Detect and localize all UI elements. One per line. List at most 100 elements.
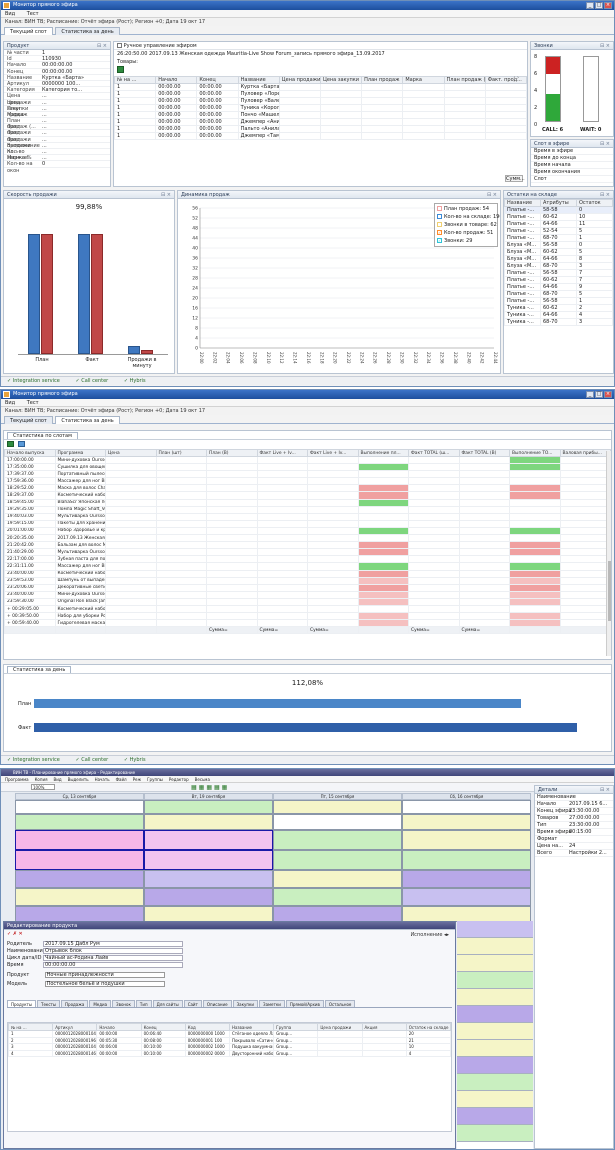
legend-checkbox[interactable]: ✓ [437, 230, 442, 235]
dialog-tab[interactable]: Продажа [61, 1000, 89, 1007]
stock-table-row[interactable]: Платье -... 60-62 7 [504, 276, 613, 284]
stock-table-row[interactable]: Платье -... 68-70 5 [504, 290, 613, 298]
zoom-select[interactable]: 100% [31, 784, 55, 790]
dialog-tab[interactable]: Медиа [89, 1000, 112, 1007]
menu-item[interactable]: Файл [116, 777, 127, 782]
dialog-table-header[interactable]: Группа [273, 1023, 319, 1031]
stock-table-row[interactable]: Блуза «М... 68-70 3 [504, 262, 613, 270]
dialog-tab[interactable]: Тип [135, 1000, 152, 1007]
side-list-slot[interactable] [457, 921, 533, 938]
schedule-slot[interactable] [273, 888, 402, 906]
stats-column-header[interactable]: Выполнение пл... [357, 449, 409, 457]
schedule-slot[interactable] [273, 800, 402, 814]
menu-item-test[interactable]: Тест [27, 400, 39, 406]
dialog-tab[interactable]: Звонок [112, 1000, 135, 1007]
stats-table-row[interactable]: 23:40:00.00Мини-духовка Oursson MO3010/R… [4, 590, 611, 599]
stats-column-header[interactable]: Цена [105, 449, 157, 457]
stock-table-row[interactable]: Платье -... 56-58 1 [504, 297, 613, 305]
menu-item-view[interactable]: Вид [5, 400, 15, 406]
schedule-slot[interactable] [15, 906, 144, 922]
side-list-slot[interactable] [457, 1108, 533, 1125]
goods-table-row[interactable]: 100:00.0000:00.00Джемпер «Анида», розер.… [114, 118, 527, 126]
stats-column-header[interactable]: Начало выпуска [4, 449, 56, 457]
goods-table-row[interactable]: 1 00:00.00 00:00.00 Куртка «Барта» [114, 83, 527, 91]
save-close-icon[interactable]: ✓ ✗ ✕ [7, 931, 23, 937]
dialog-history-link[interactable]: Исполнение ◂▸ [410, 931, 449, 940]
stats-table-row[interactable]: 21:40:29.00Мультиварка Oursson MP5005PSD… [4, 548, 611, 557]
dialog-table-header[interactable]: Конец [140, 1023, 186, 1031]
schedule-slot[interactable] [15, 870, 144, 888]
stats-table-row[interactable]: 17:59:36.00Массажер для ног Bliss_Ver 11… [4, 477, 611, 486]
series-select[interactable]: Постельное бельё и подушки [44, 981, 165, 987]
excel-export-icon[interactable] [117, 66, 124, 73]
stock-table-row[interactable]: Платье -... 64-66 9 [504, 283, 613, 291]
stats-column-header[interactable]: Факт TOTAL (ш... [408, 449, 460, 457]
goods-table-row[interactable]: 100:00.0000:00.00Пончо «Машель» [114, 111, 527, 119]
goods-column-header[interactable]: Конец [196, 76, 239, 84]
stats-column-header[interactable]: Выполнение TO... [509, 449, 561, 457]
stock-table-row[interactable]: Платье -... 64-66 11 [504, 220, 613, 228]
stats-table-row[interactable]: 20:20:35.002017.09.13 Женская одежда Mau… [4, 534, 611, 543]
close-button[interactable]: × [604, 391, 612, 398]
side-list-slot[interactable] [457, 1023, 533, 1040]
legend-entry[interactable]: Звонки в товаре: 62 [437, 221, 497, 229]
dialog-table-row[interactable]: 3 0000012028000104 00:06:00 00:10:00 0000000… [7, 1043, 452, 1051]
stats-column-header[interactable]: Факт TOTAL (В) [458, 449, 510, 457]
goods-column-header[interactable]: № на ... [114, 76, 157, 84]
schedule-slot[interactable] [15, 888, 144, 906]
schedule-slot[interactable] [144, 906, 273, 922]
dialog-tab[interactable]: Прямой/Архив [285, 1000, 324, 1007]
minimize-button[interactable]: _ [586, 2, 594, 9]
schedule-slot[interactable] [273, 850, 402, 870]
stock-table-row[interactable]: Платье -... 56-58 7 [504, 269, 613, 277]
stats-table-row[interactable]: 23:40:00.00Косметический набор Naturalth… [4, 569, 611, 578]
refresh-icon[interactable] [17, 441, 25, 447]
tab-day-statistics[interactable]: Статистика за день [55, 416, 120, 424]
stats-column-header[interactable]: Факт Live + Iv... [307, 449, 359, 457]
menu-item-test[interactable]: Тест [27, 11, 39, 17]
stats-column-header[interactable]: Валовая прибы... [559, 449, 611, 457]
legend-entry[interactable]: Кол-во на складе: 196 [437, 213, 500, 221]
panel-pin-icon[interactable]: ⊟ × [487, 191, 497, 199]
legend-checkbox[interactable] [437, 222, 442, 227]
side-list-slot[interactable] [457, 1091, 533, 1108]
tab-day-statistics[interactable]: Статистика за день [55, 27, 120, 35]
sum-button[interactable]: Сумм... [505, 175, 525, 182]
stock-table-row[interactable]: Туника -... 60-62 2 [504, 304, 613, 312]
menu-item[interactable]: Вид [54, 777, 62, 782]
goods-column-header[interactable]: План продаж [361, 76, 404, 84]
schedule-slot[interactable] [402, 800, 531, 814]
schedule-slot[interactable] [144, 850, 273, 870]
stats-column-header[interactable]: План (шт) [155, 449, 207, 457]
side-list-slot[interactable] [457, 1040, 533, 1057]
dialog-tab[interactable]: Сайт [183, 1000, 202, 1007]
maximize-button[interactable]: □ [595, 2, 603, 9]
side-list-slot[interactable] [457, 955, 533, 972]
schedule-slot[interactable] [15, 814, 144, 830]
menu-item[interactable]: Выделить [68, 777, 89, 782]
schedule-slot[interactable] [15, 850, 144, 870]
stats-table-row[interactable]: 23:20:06.00Декоративные светильники для … [4, 583, 611, 592]
schedule-slot[interactable] [402, 850, 531, 870]
schedule-slot[interactable] [402, 870, 531, 888]
stock-column-header[interactable]: Атрибуты [540, 199, 577, 207]
legend-entry[interactable]: План продаж: 54 [437, 205, 495, 213]
schedule-slot[interactable] [144, 800, 273, 814]
close-button[interactable]: × [604, 2, 612, 9]
stock-table-row[interactable]: Блуза «М... 64-66 8 [504, 255, 613, 263]
dialog-tab[interactable]: Продукты [7, 1000, 37, 1007]
stats-column-header[interactable]: Программа [54, 449, 106, 457]
dialog-table-row[interactable]: 4 0000012028000146 00:00:00 00:10:00 0000000… [7, 1049, 452, 1058]
dialog-field-value[interactable]: Отрывок блок [43, 948, 183, 954]
stock-table-row[interactable]: Платье -... 68-70 1 [504, 234, 613, 242]
panel-pin-icon[interactable]: ⊟ × [600, 140, 610, 148]
product-select[interactable]: Ночные принадлежности [44, 972, 165, 978]
stock-table-row[interactable]: Блуза «М... 56-58 0 [504, 241, 613, 249]
dialog-field-value[interactable]: 2017.09.15 Дабл Рум [43, 941, 183, 947]
stats-table-row[interactable]: + 00:29:05.00Косметический набор Natural… [4, 604, 611, 614]
stats-table-row[interactable]: 18:29:52.00Маска для волос Chahong_Ver 0… [4, 484, 611, 493]
stats-table-row[interactable]: 17:00:00.00Мини-духовка Oursson MO3010/R… [4, 455, 611, 465]
stats-table-row[interactable]: 17:39:37.00Портативный пылесос Polaris (… [4, 470, 611, 479]
stock-table-row[interactable]: Туника -... 68-70 3 [504, 318, 613, 326]
stats-table-row[interactable]: + 00:39:50.00Набор для уборки Polaris_Ve… [4, 612, 611, 621]
